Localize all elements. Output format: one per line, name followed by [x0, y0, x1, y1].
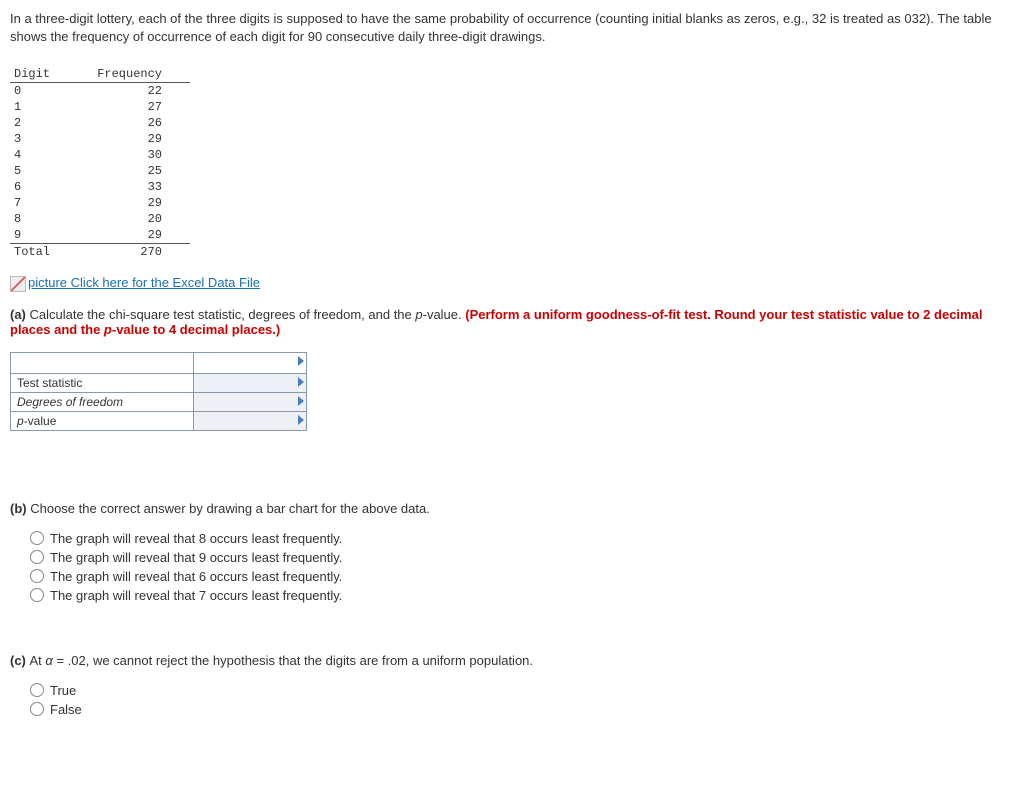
excel-data-link[interactable]: picture Click here for the Excel Data Fi… [28, 275, 260, 290]
freq-cell: 29 [78, 195, 166, 211]
digit-cell: 6 [10, 179, 78, 195]
part-b-text: Choose the correct answer by drawing a b… [30, 501, 430, 516]
problem-intro: In a three-digit lottery, each of the th… [10, 10, 1014, 46]
freq-cell: 27 [78, 99, 166, 115]
part-b-options: The graph will reveal that 8 occurs leas… [30, 531, 1014, 603]
digit-cell: 8 [10, 211, 78, 227]
radio-icon [30, 550, 44, 564]
col-frequency-header: Frequency [78, 66, 166, 82]
blank-cell [11, 352, 194, 373]
option-text: The graph will reveal that 6 occurs leas… [50, 569, 342, 584]
freq-cell: 22 [78, 83, 166, 99]
part-c: (c) At α = .02, we cannot reject the hyp… [10, 653, 1014, 717]
col-digit-header: Digit [10, 66, 78, 82]
part-a-red2: -value to 4 decimal places.) [112, 322, 280, 337]
freq-cell: 30 [78, 147, 166, 163]
total-value: 270 [78, 244, 166, 260]
dof-label: Degrees of freedom [11, 392, 194, 411]
freq-cell: 25 [78, 163, 166, 179]
pvalue-input[interactable] [194, 411, 307, 430]
digit-cell: 1 [10, 99, 78, 115]
part-c-text2: = .02, we cannot reject the hypothesis t… [53, 653, 533, 668]
digit-cell: 7 [10, 195, 78, 211]
part-a-text1: Calculate the chi-square test statistic,… [30, 307, 416, 322]
test-statistic-label: Test statistic [11, 373, 194, 392]
digit-cell: 2 [10, 115, 78, 131]
part-a: (a) Calculate the chi-square test statis… [10, 307, 1014, 431]
freq-cell: 20 [78, 211, 166, 227]
part-a-label: (a) [10, 307, 30, 322]
option-false[interactable]: False [30, 702, 1014, 717]
excel-link-row: picture Click here for the Excel Data Fi… [10, 275, 1014, 292]
dof-input[interactable] [194, 392, 307, 411]
part-c-options: True False [30, 683, 1014, 717]
blank-cell [194, 352, 307, 373]
option-text: True [50, 683, 76, 698]
answer-table: Test statistic Degrees of freedom p-valu… [10, 352, 307, 431]
part-b: (b) Choose the correct answer by drawing… [10, 501, 1014, 603]
broken-image-icon [10, 276, 26, 292]
test-statistic-input[interactable] [194, 373, 307, 392]
digit-cell: 5 [10, 163, 78, 179]
part-c-label: (c) [10, 653, 30, 668]
total-label: Total [10, 244, 78, 260]
freq-cell: 26 [78, 115, 166, 131]
option-text: The graph will reveal that 8 occurs leas… [50, 531, 342, 546]
part-b-label: (b) [10, 501, 30, 516]
pvalue-label: p-value [11, 411, 194, 430]
radio-icon [30, 569, 44, 583]
option-text: The graph will reveal that 9 occurs leas… [50, 550, 342, 565]
option-6[interactable]: The graph will reveal that 6 occurs leas… [30, 569, 1014, 584]
part-a-text2: -value. [423, 307, 466, 322]
freq-cell: 29 [78, 131, 166, 147]
radio-icon [30, 588, 44, 602]
radio-icon [30, 702, 44, 716]
option-true[interactable]: True [30, 683, 1014, 698]
digit-cell: 4 [10, 147, 78, 163]
digit-cell: 0 [10, 83, 78, 99]
digit-cell: 3 [10, 131, 78, 147]
digit-cell: 9 [10, 227, 78, 243]
option-8[interactable]: The graph will reveal that 8 occurs leas… [30, 531, 1014, 546]
freq-cell: 29 [78, 227, 166, 243]
radio-icon [30, 683, 44, 697]
freq-cell: 33 [78, 179, 166, 195]
part-c-text1: At [30, 653, 46, 668]
option-text: False [50, 702, 82, 717]
option-text: The graph will reveal that 7 occurs leas… [50, 588, 342, 603]
frequency-table: Digit Frequency 022 127 226 329 430 525 … [10, 66, 1014, 260]
option-7[interactable]: The graph will reveal that 7 occurs leas… [30, 588, 1014, 603]
option-9[interactable]: The graph will reveal that 9 occurs leas… [30, 550, 1014, 565]
alpha-symbol: α [45, 653, 52, 668]
radio-icon [30, 531, 44, 545]
p-italic: p [415, 307, 422, 322]
p-italic-red: p [104, 322, 112, 337]
